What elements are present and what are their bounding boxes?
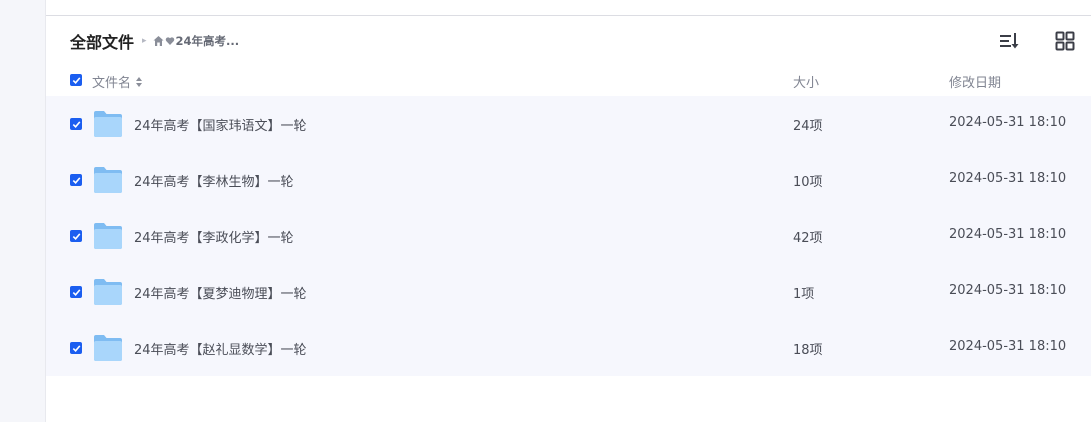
file-modified-date: 2024-05-31 18:10 [949, 339, 1067, 354]
check-icon [72, 76, 80, 84]
sort-descending-icon [1000, 33, 1019, 49]
check-icon [72, 176, 80, 184]
file-modified-date: 2024-05-31 18:10 [949, 227, 1067, 242]
file-name[interactable]: 24年高考【李林生物】一轮 [134, 171, 294, 190]
column-header-name[interactable]: 文件名 [92, 72, 143, 91]
check-icon [72, 120, 80, 128]
file-row[interactable]: 24年高考【国家玮语文】一轮 24项 2024-05-31 18:10 [46, 96, 1091, 152]
sort-toggle-icon [136, 76, 143, 87]
file-modified-date: 2024-05-31 18:10 [949, 283, 1067, 298]
file-list: 24年高考【国家玮语文】一轮 24项 2024-05-31 18:10 24年高… [46, 96, 1091, 376]
folder-icon [94, 111, 122, 137]
top-bar [46, 0, 1091, 16]
left-sidebar-rail [0, 0, 46, 422]
check-icon [72, 288, 80, 296]
sort-button[interactable] [998, 30, 1020, 52]
row-checkbox[interactable] [70, 174, 82, 186]
folder-icon [94, 167, 122, 193]
column-header-name-label: 文件名 [92, 76, 132, 91]
file-row[interactable]: 24年高考【李林生物】一轮 10项 2024-05-31 18:10 [46, 152, 1091, 208]
file-row[interactable]: 24年高考【赵礼显数学】一轮 18项 2024-05-31 18:10 [46, 320, 1091, 376]
select-all-checkbox[interactable] [70, 74, 82, 86]
file-size: 1项 [793, 287, 815, 302]
folder-icon [94, 223, 122, 249]
file-name[interactable]: 24年高考【夏梦迪物理】一轮 [134, 283, 307, 302]
column-header-size[interactable]: 大小 [793, 72, 819, 91]
file-size: 18项 [793, 343, 823, 358]
file-modified-date: 2024-05-31 18:10 [949, 115, 1067, 130]
file-row[interactable]: 24年高考【李政化学】一轮 42项 2024-05-31 18:10 [46, 208, 1091, 264]
breadcrumb-current-group[interactable]: 24年高考... [153, 33, 240, 49]
breadcrumb: 全部文件 ▸ 24年高考... [70, 29, 239, 53]
file-modified-date: 2024-05-31 18:10 [949, 171, 1067, 186]
file-size: 42项 [793, 231, 823, 246]
heart-icon [165, 37, 174, 45]
grid-view-button[interactable] [1054, 30, 1076, 52]
breadcrumb-separator-icon: ▸ [142, 36, 147, 46]
folder-icon [94, 279, 122, 305]
row-checkbox[interactable] [70, 230, 82, 242]
row-checkbox[interactable] [70, 118, 82, 130]
column-header-modified[interactable]: 修改日期 [949, 72, 1001, 91]
breadcrumb-current: 24年高考... [175, 34, 240, 48]
file-name[interactable]: 24年高考【李政化学】一轮 [134, 227, 294, 246]
house-icon [153, 36, 164, 46]
check-icon [72, 344, 80, 352]
folder-icon [94, 335, 122, 361]
row-checkbox[interactable] [70, 286, 82, 298]
file-row[interactable]: 24年高考【夏梦迪物理】一轮 1项 2024-05-31 18:10 [46, 264, 1091, 320]
breadcrumb-root[interactable]: 全部文件 [70, 29, 134, 53]
file-name[interactable]: 24年高考【赵礼显数学】一轮 [134, 339, 307, 358]
grid-view-icon [1055, 31, 1075, 51]
row-checkbox[interactable] [70, 342, 82, 354]
file-size: 24项 [793, 119, 823, 134]
file-list-header: 文件名 大小 修改日期 [46, 67, 1091, 95]
file-size: 10项 [793, 175, 823, 190]
check-icon [72, 232, 80, 240]
file-name[interactable]: 24年高考【国家玮语文】一轮 [134, 115, 307, 134]
